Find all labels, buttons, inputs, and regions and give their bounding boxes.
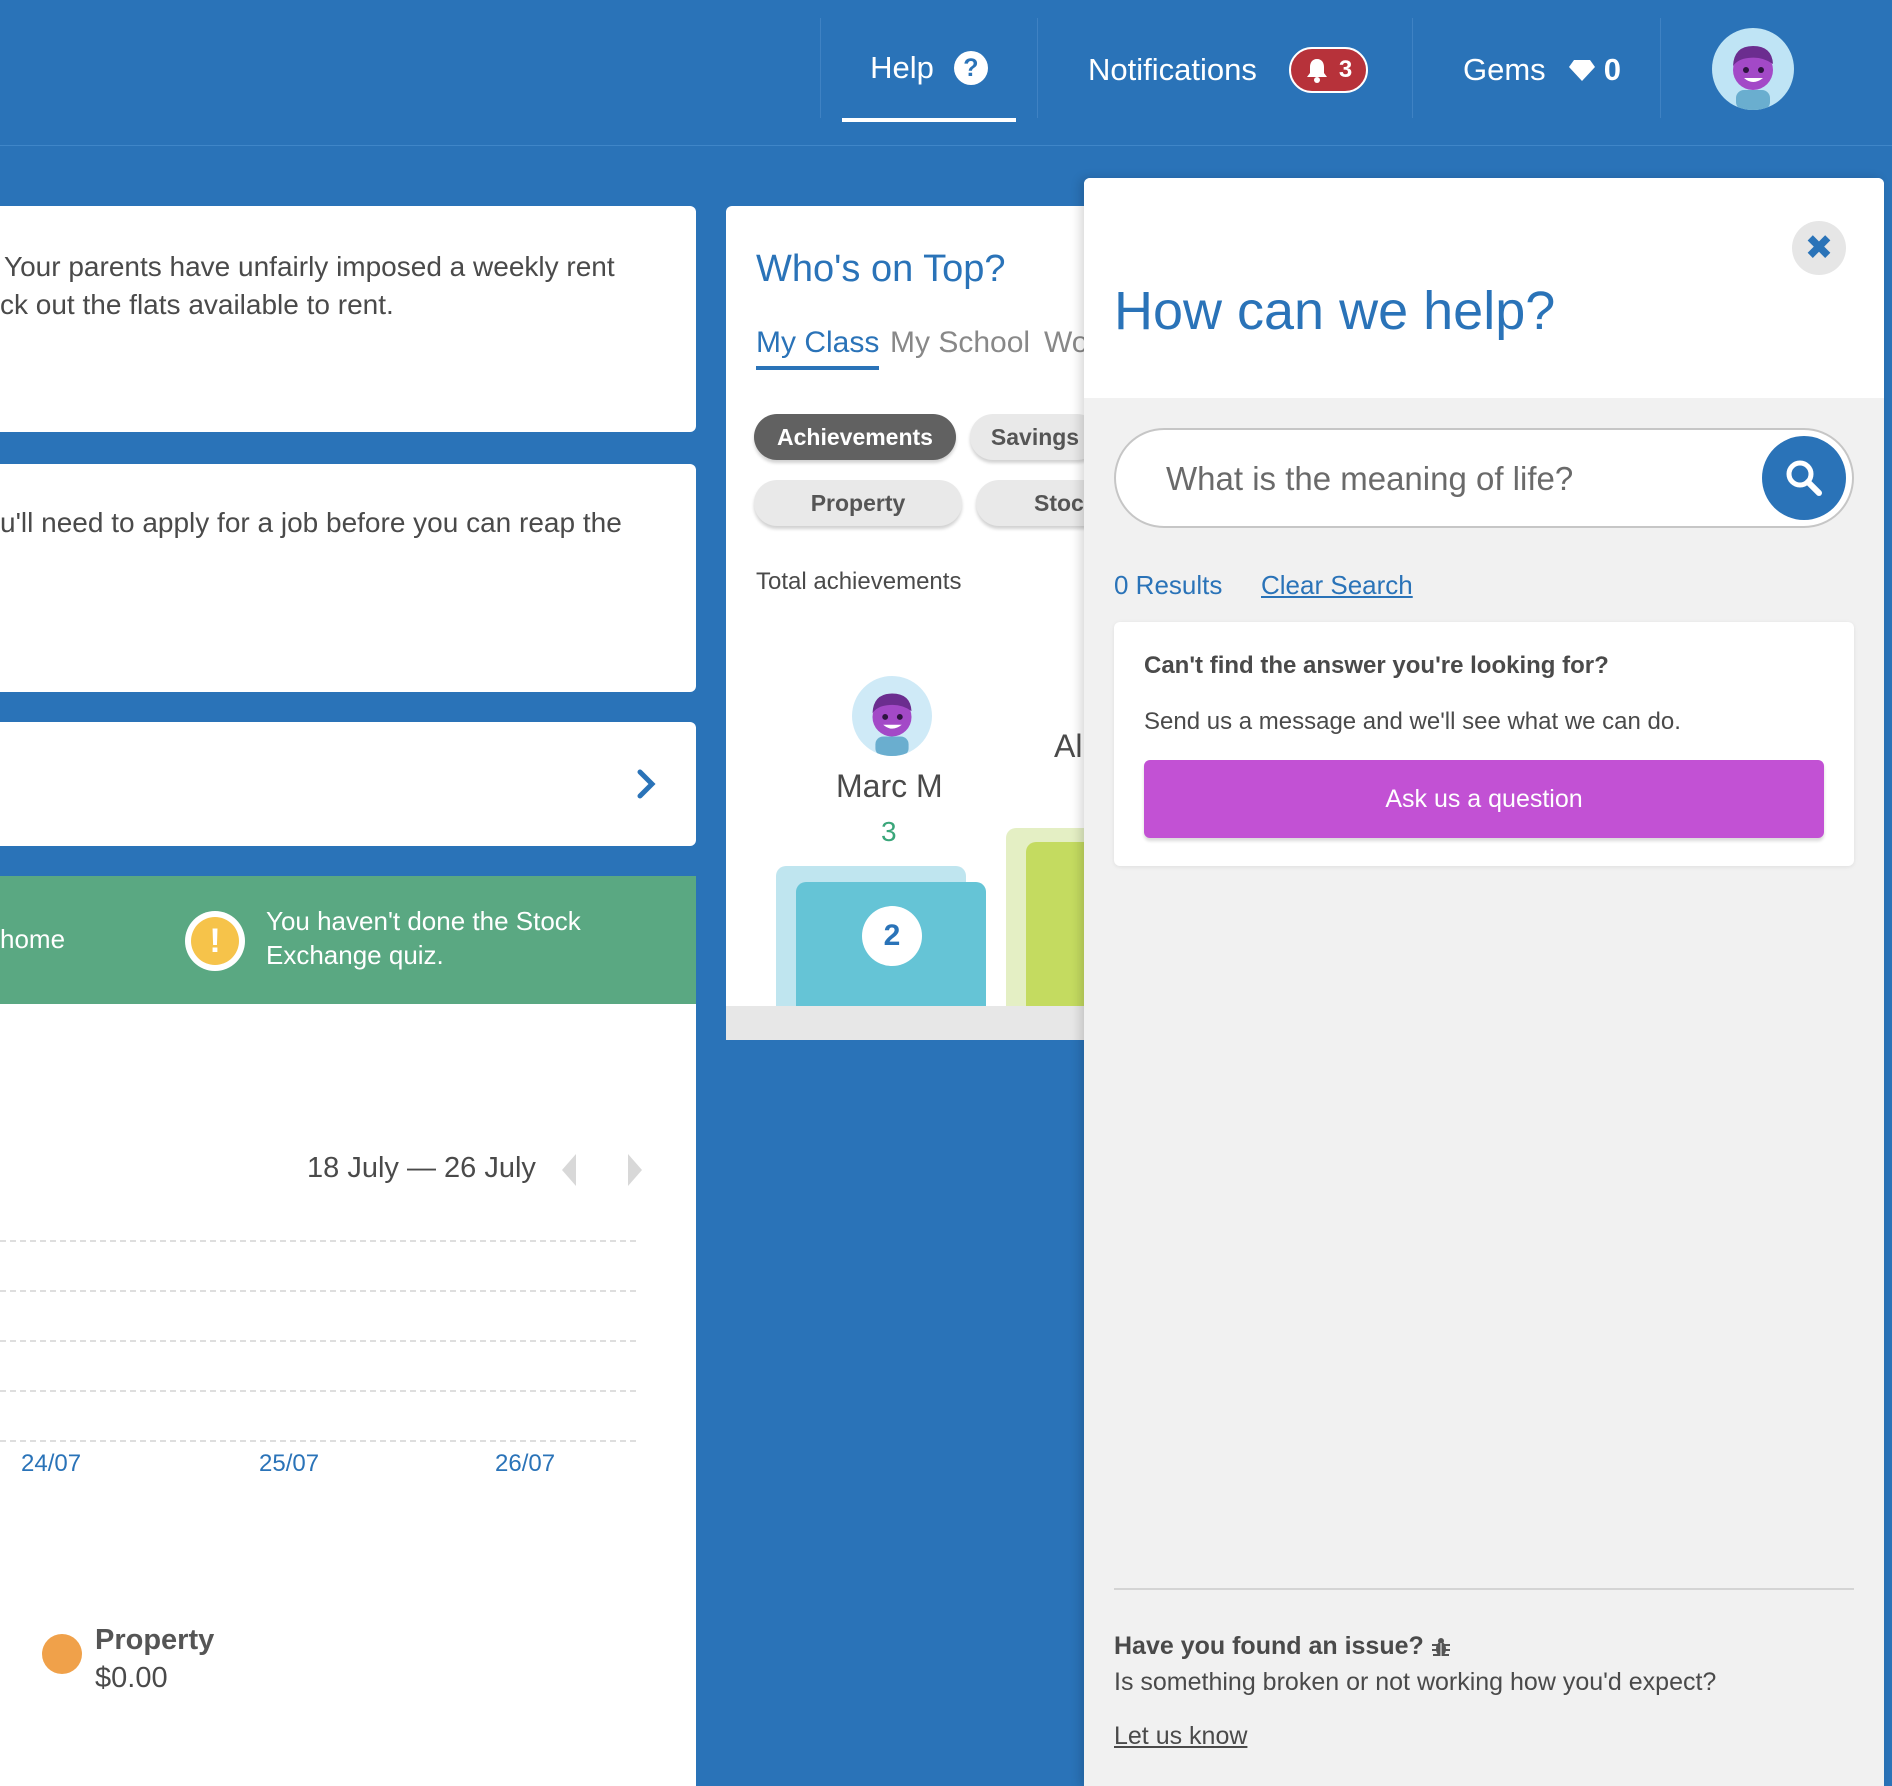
prev-range-arrow-icon[interactable] [562, 1154, 576, 1186]
user-avatar[interactable] [1712, 28, 1794, 110]
close-icon[interactable]: ✖ [1792, 221, 1846, 275]
filter-achievements[interactable]: Achievements [754, 414, 956, 460]
nav-separator [820, 18, 821, 118]
leader-name: Marc M [836, 768, 943, 804]
top-navigation-bar: Help ? Notifications 3 Gems 0 [0, 0, 1892, 146]
clear-search-link[interactable]: Clear Search [1261, 570, 1413, 601]
nav-notifications-label: Notifications [1088, 52, 1257, 87]
banner-warning-line2: Exchange quiz. [266, 940, 444, 970]
podium-block [1026, 842, 1086, 1006]
help-title: How can we help? [1114, 281, 1556, 341]
gems-count: 0 [1603, 52, 1621, 87]
issue-title-text: Have you found an issue? [1114, 1632, 1424, 1660]
portfolio-chart-panel: 18 July — 26 July 24/07 25/07 26/07 Prop… [0, 1004, 696, 1786]
grid-line [0, 1440, 636, 1442]
avatar-face-icon [872, 693, 912, 756]
help-search-box [1114, 428, 1854, 528]
bell-icon [1306, 59, 1327, 83]
date-range-label: 18 July — 26 July [307, 1152, 536, 1184]
help-search-input[interactable] [1166, 452, 1726, 506]
grid-line [0, 1240, 636, 1242]
x-tick-label: 26/07 [495, 1450, 556, 1477]
nav-help-label: Help [870, 50, 934, 85]
task-card-rent[interactable]: Your parents have unfairly imposed a wee… [0, 206, 696, 432]
leaderboard-title: Who's on Top? [756, 248, 1006, 290]
filter-savings[interactable]: Savings [970, 414, 1086, 460]
contact-card-text: Send us a message and we'll see what we … [1144, 708, 1681, 735]
nav-separator [1037, 18, 1038, 118]
search-button[interactable] [1762, 436, 1846, 520]
search-results-count: 0 Results [1114, 570, 1223, 600]
notice-banner: home ! You haven't done the Stock Exchan… [0, 876, 696, 1004]
legend-property-name: Property [95, 1624, 215, 1656]
tab-world[interactable]: Wo [1044, 326, 1086, 360]
ask-question-button[interactable]: Ask us a question [1144, 760, 1824, 838]
notifications-count: 3 [1338, 56, 1353, 83]
task-card-job-line1: u'll need to apply for a job before you … [0, 507, 622, 538]
issue-description: Is something broken or not working how y… [1114, 1668, 1717, 1696]
second-leader-name: Al [1054, 728, 1083, 764]
notifications-badge[interactable]: 3 [1288, 47, 1369, 93]
legend-property-dot [42, 1634, 82, 1674]
podium-rank: 2 [862, 906, 922, 966]
contact-card-title: Can't find the answer you're looking for… [1144, 652, 1609, 679]
help-header: ✖ How can we help? [1084, 178, 1884, 398]
gem-icon [1568, 60, 1595, 81]
task-card-rent-line2: ck out the flats available to rent. [0, 289, 394, 320]
task-card-job[interactable]: u'll need to apply for a job before you … [0, 464, 696, 692]
leader-avatar [852, 676, 932, 756]
filter-stocks[interactable]: Stocl [976, 480, 1086, 526]
nav-separator [1412, 18, 1413, 118]
task-card-link[interactable] [0, 722, 696, 846]
banner-warning-line1: You haven't done the Stock [266, 906, 581, 936]
warning-icon: ! [185, 911, 245, 971]
chevron-right-icon [637, 769, 656, 799]
filter-property[interactable]: Property [754, 480, 962, 526]
report-issue-link[interactable]: Let us know [1114, 1722, 1247, 1751]
next-range-arrow-icon[interactable] [628, 1154, 642, 1186]
leaderboard-footer [726, 1006, 1086, 1040]
leaderboard-panel: Who's on Top? My Class My School Wo Achi… [726, 206, 1086, 1040]
avatar-face-icon [1733, 46, 1773, 110]
grid-line [0, 1390, 636, 1392]
contact-card: Can't find the answer you're looking for… [1114, 622, 1854, 866]
total-achievements-label: Total achievements [756, 568, 962, 595]
nav-separator [1660, 18, 1661, 118]
help-question-icon: ? [953, 51, 988, 85]
banner-left-text: home [0, 924, 66, 954]
grid-line [0, 1340, 636, 1342]
help-panel: ✖ How can we help? 0 Results Clear Searc… [1084, 178, 1884, 1786]
leader-score: 3 [881, 816, 897, 847]
divider [1114, 1588, 1854, 1590]
bug-icon [1431, 1637, 1450, 1656]
nav-help[interactable]: Help ? [842, 18, 1016, 122]
nav-gems-label: Gems [1463, 52, 1546, 87]
legend-property-value: $0.00 [95, 1662, 168, 1694]
search-icon [1786, 460, 1822, 496]
grid-line [0, 1290, 636, 1292]
x-tick-label: 25/07 [259, 1450, 320, 1477]
tab-my-class[interactable]: My Class [756, 326, 880, 370]
x-tick-label: 24/07 [21, 1450, 82, 1477]
issue-heading: Have you found an issue? [1114, 1632, 1452, 1661]
nav-notifications[interactable]: Notifications 3 [1088, 18, 1369, 122]
nav-gems[interactable]: Gems 0 [1463, 18, 1621, 122]
task-card-rent-line1: Your parents have unfairly imposed a wee… [4, 251, 615, 282]
tab-my-school[interactable]: My School [890, 326, 1030, 360]
